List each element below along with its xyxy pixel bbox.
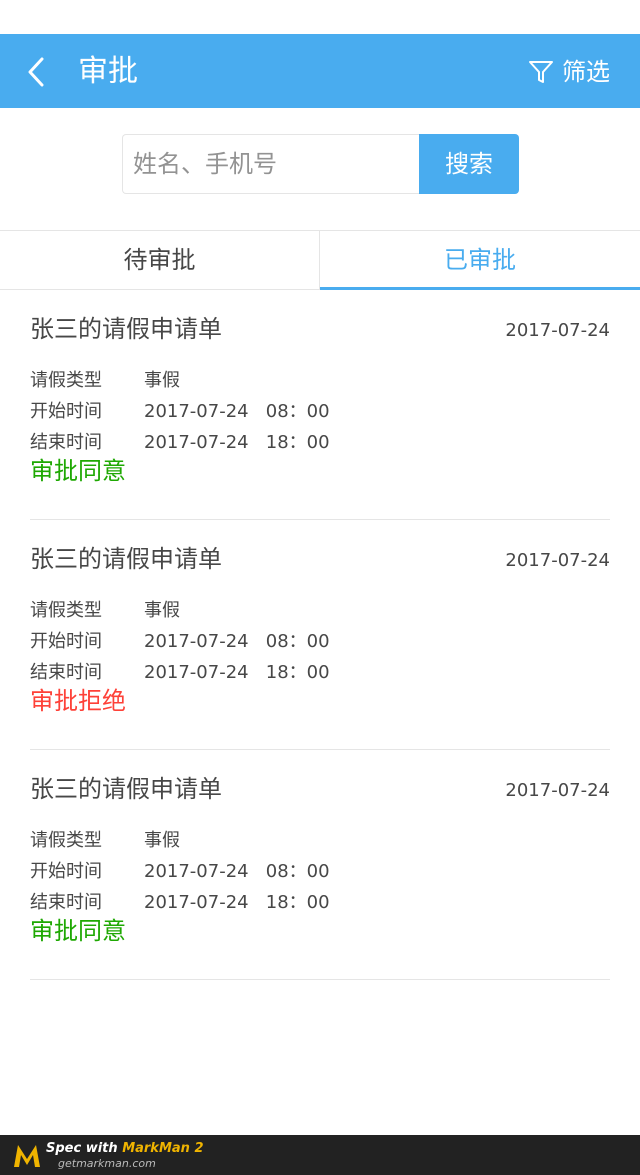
footer-brand: MarkMan 2 [122,1141,204,1156]
search-field [122,134,421,194]
start-time-value: 2017-07-24 08：00 [144,401,330,422]
start-time-label: 开始时间 [30,401,102,422]
end-time-value: 2017-07-24 18：00 [144,662,330,683]
page-title: 审批 [78,54,138,89]
filter-icon[interactable] [528,60,554,84]
footer-prefix: Spec with [46,1141,123,1156]
start-time-label: 开始时间 [30,861,102,882]
leave-type-row: 请假类型 事假 [30,598,180,624]
leave-type-label: 请假类型 [30,600,102,621]
start-time-value: 2017-07-24 08：00 [144,631,330,652]
start-time-label: 开始时间 [30,631,102,652]
card-title: 张三的请假申请单 [30,775,222,803]
approval-card[interactable]: 张三的请假申请单 2017-07-24 请假类型 事假 开始时间 2017-07-2… [30,520,610,750]
card-title: 张三的请假申请单 [30,545,222,573]
start-time-row: 开始时间 2017-07-24 08：00 [30,399,330,425]
footer-caption: Spec with MarkMan 2 [46,1141,204,1157]
card-date: 2017-07-24 [505,320,610,341]
approval-card[interactable]: 张三的请假申请单 2017-07-24 请假类型 事假 开始时间 2017-07-2… [30,290,610,520]
end-time-row: 结束时间 2017-07-24 18：00 [30,430,330,456]
search-input[interactable] [133,135,413,193]
status-badge: 审批同意 [30,457,126,485]
leave-type-label: 请假类型 [30,830,102,851]
tab-approved[interactable]: 已审批 [320,230,640,290]
leave-type-row: 请假类型 事假 [30,368,180,394]
footer-url: getmarkman.com [58,1157,156,1170]
start-time-row: 开始时间 2017-07-24 08：00 [30,629,330,655]
leave-type-label: 请假类型 [30,370,102,391]
back-arrow-icon[interactable] [26,57,48,87]
leave-type-row: 请假类型 事假 [30,828,180,854]
leave-type-value: 事假 [144,370,180,391]
start-time-row: 开始时间 2017-07-24 08：00 [30,859,330,885]
leave-type-value: 事假 [144,600,180,621]
end-time-label: 结束时间 [30,662,102,683]
status-badge: 审批拒绝 [30,687,126,715]
status-badge: 审批同意 [30,917,126,945]
tab-pending[interactable]: 待审批 [0,230,320,290]
end-time-row: 结束时间 2017-07-24 18：00 [30,890,330,916]
card-title: 张三的请假申请单 [30,315,222,343]
start-time-value: 2017-07-24 08：00 [144,861,330,882]
end-time-label: 结束时间 [30,432,102,453]
leave-type-value: 事假 [144,830,180,851]
approval-card[interactable]: 张三的请假申请单 2017-07-24 请假类型 事假 开始时间 2017-07-2… [30,750,610,980]
card-date: 2017-07-24 [505,550,610,571]
end-time-label: 结束时间 [30,892,102,913]
search-button[interactable]: 搜索 [419,134,519,194]
end-time-value: 2017-07-24 18：00 [144,892,330,913]
end-time-value: 2017-07-24 18：00 [144,432,330,453]
card-date: 2017-07-24 [505,780,610,801]
filter-button[interactable]: 筛选 [562,55,610,89]
end-time-row: 结束时间 2017-07-24 18：00 [30,660,330,686]
markman-logo-icon [14,1145,40,1167]
